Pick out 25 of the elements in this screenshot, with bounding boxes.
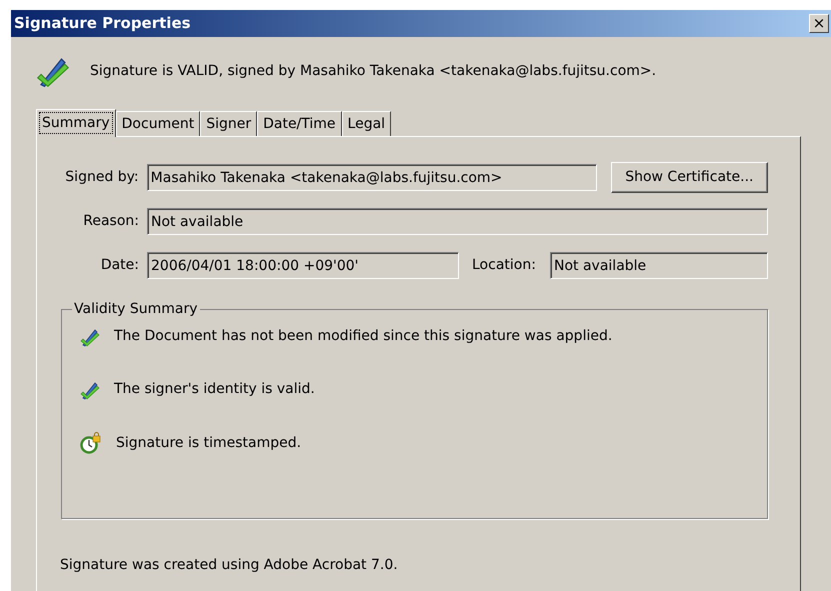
date-field[interactable]: 2006/04/01 18:00:00 +09'00' <box>147 252 459 279</box>
tab[interactable]: Document <box>116 111 200 136</box>
signed-by-field[interactable]: Masahiko Takenaka <takenaka@labs.fujitsu.com> <box>146 164 597 191</box>
signed-by-label: Signed by: <box>64 168 140 187</box>
validity-item-text: The Document has not been modified since this signature was applied. <box>114 327 612 346</box>
tab[interactable]: Legal <box>342 111 392 136</box>
validity-item-text: The signer's identity is valid. <box>114 380 315 399</box>
clock-lock-icon <box>80 432 102 454</box>
pen-check-icon <box>80 380 100 400</box>
group-title: Validity Summary <box>73 300 199 319</box>
validity-item-text: Signature is timestamped. <box>116 434 302 452</box>
location-field[interactable]: Not available <box>550 252 768 279</box>
reason-field[interactable]: Not available <box>147 208 768 235</box>
window-title: Signature Properties <box>14 13 191 34</box>
date-label: Date: <box>100 256 140 275</box>
footer-note: Signature was created using Adobe Acrobat 7.0. <box>60 556 399 575</box>
tab[interactable]: Summary <box>36 109 116 137</box>
pen-check-icon <box>80 326 100 346</box>
close-button[interactable]: × <box>809 14 829 33</box>
tab[interactable]: Date/Time <box>257 111 342 136</box>
location-label: Location: <box>472 256 537 275</box>
reason-label: Reason: <box>82 212 140 231</box>
tab[interactable]: Signer <box>200 111 258 136</box>
show-certificate-button[interactable]: Show Certificate... <box>610 162 768 193</box>
signature-status: Signature is VALID, signed by Masahiko Takenaka <takenaka@labs.fujitsu.com>. <box>90 62 656 80</box>
